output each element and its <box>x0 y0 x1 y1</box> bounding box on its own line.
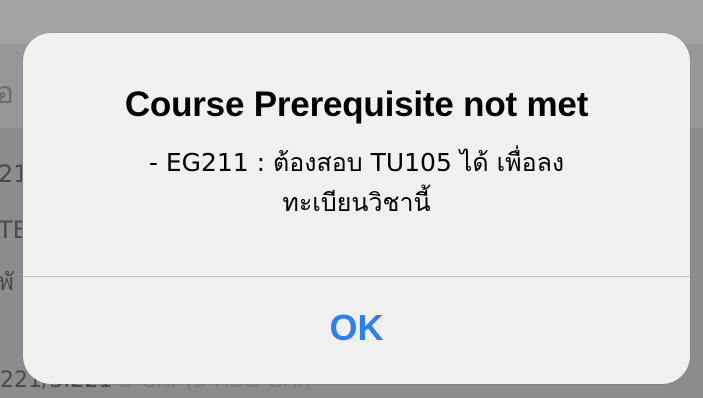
alert-title: Course Prerequisite not met <box>124 85 589 124</box>
alert-message: - EG211 : ต้องสอบ TU105 ได้ เพื่อลง ทะเบ… <box>63 143 650 223</box>
background-text-fragment: อ <box>0 76 15 111</box>
ok-button[interactable]: OK <box>23 277 690 384</box>
background-text-fragment: 21 <box>0 160 22 188</box>
alert-body: Course Prerequisite not met - EG211 : ต้… <box>23 33 690 276</box>
alert-message-line: - EG211 : ต้องสอบ TU105 ได้ เพื่อลง <box>148 148 565 177</box>
background-text-fragment: TE <box>0 216 22 244</box>
alert-message-line: ทะเบียนวิชานี้ <box>282 188 431 217</box>
alert-dialog: Course Prerequisite not met - EG211 : ต้… <box>23 33 690 384</box>
background-text-fragment: พั <box>0 268 14 296</box>
